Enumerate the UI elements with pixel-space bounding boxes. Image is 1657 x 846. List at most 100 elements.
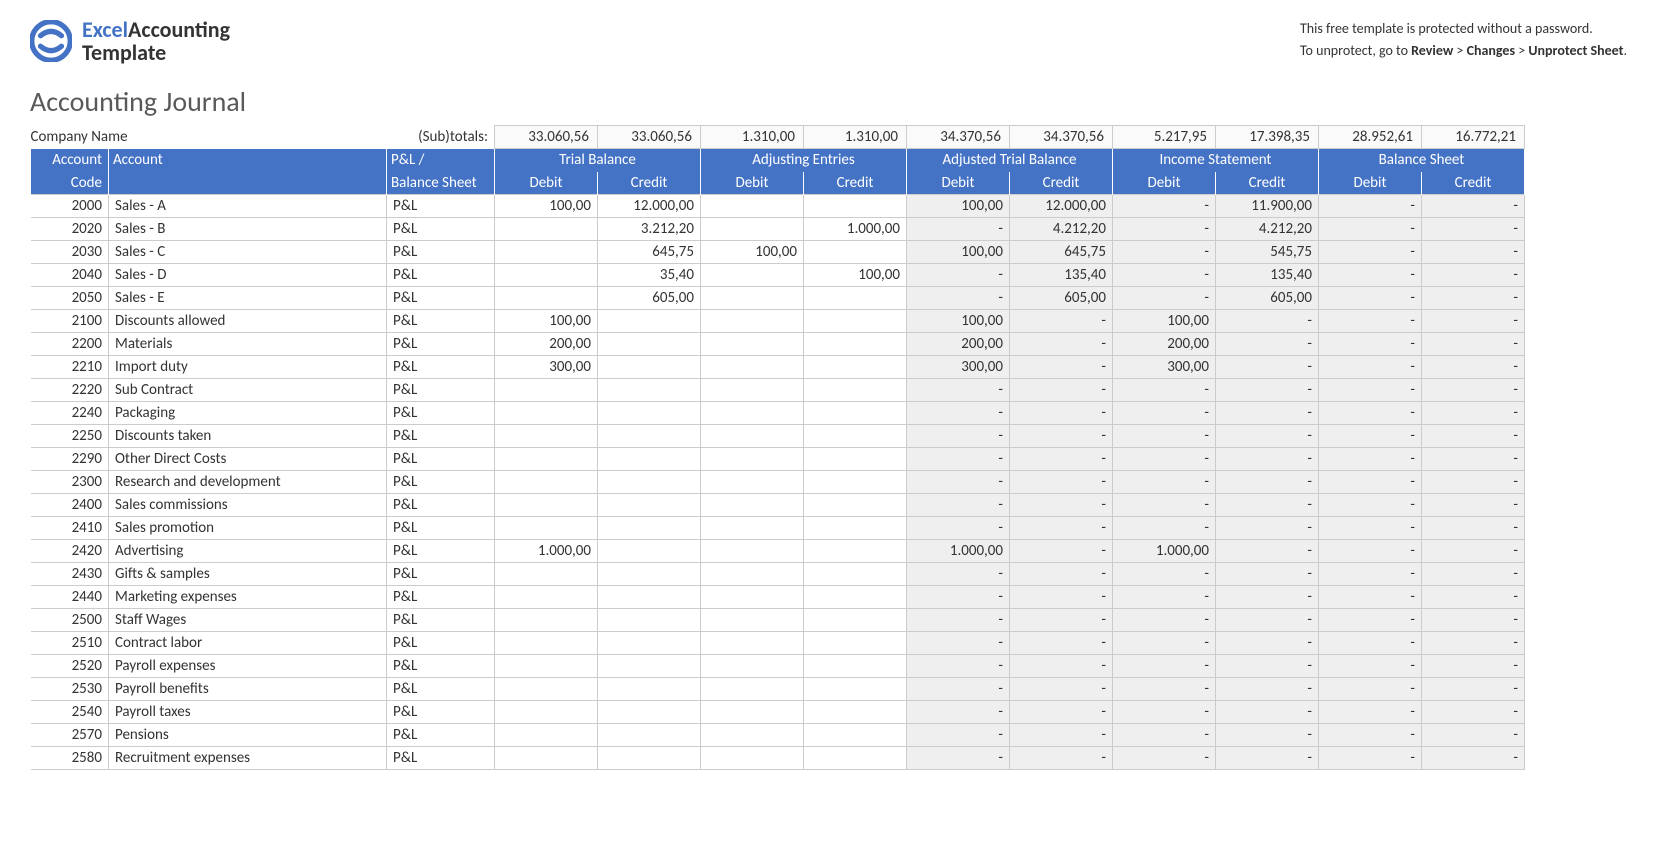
cell-type[interactable]: P&L [387,448,495,471]
cell-code[interactable]: 2410 [31,517,109,540]
cell-type[interactable]: P&L [387,747,495,770]
cell-type[interactable]: P&L [387,609,495,632]
cell-ae_c[interactable] [804,195,907,218]
cell-tb_d[interactable] [495,402,598,425]
cell-code[interactable]: 2200 [31,333,109,356]
cell-tb_d[interactable] [495,379,598,402]
cell-tb_c[interactable] [598,540,701,563]
cell-tb_c[interactable]: 645,75 [598,241,701,264]
cell-ae_c[interactable] [804,333,907,356]
cell-ae_d[interactable] [701,356,804,379]
cell-code[interactable]: 2430 [31,563,109,586]
cell-code[interactable]: 2220 [31,379,109,402]
cell-ae_d[interactable] [701,448,804,471]
cell-tb_c[interactable] [598,402,701,425]
cell-ae_c[interactable] [804,517,907,540]
cell-tb_c[interactable] [598,471,701,494]
cell-type[interactable]: P&L [387,287,495,310]
cell-type[interactable]: P&L [387,655,495,678]
cell-ae_c[interactable] [804,563,907,586]
cell-ae_c[interactable] [804,701,907,724]
cell-name[interactable]: Sales - A [109,195,387,218]
cell-name[interactable]: Sales promotion [109,517,387,540]
cell-ae_c[interactable] [804,724,907,747]
cell-tb_c[interactable] [598,655,701,678]
cell-type[interactable]: P&L [387,724,495,747]
cell-ae_d[interactable] [701,379,804,402]
cell-tb_c[interactable] [598,517,701,540]
cell-ae_d[interactable] [701,333,804,356]
cell-code[interactable]: 2210 [31,356,109,379]
cell-type[interactable]: P&L [387,563,495,586]
cell-ae_c[interactable] [804,540,907,563]
cell-tb_c[interactable] [598,678,701,701]
cell-code[interactable]: 2250 [31,425,109,448]
cell-tb_d[interactable] [495,563,598,586]
cell-name[interactable]: Payroll benefits [109,678,387,701]
cell-ae_c[interactable] [804,287,907,310]
cell-ae_c[interactable] [804,494,907,517]
cell-ae_d[interactable] [701,540,804,563]
cell-type[interactable]: P&L [387,678,495,701]
cell-code[interactable]: 2420 [31,540,109,563]
cell-name[interactable]: Sales - C [109,241,387,264]
cell-tb_d[interactable] [495,517,598,540]
cell-tb_c[interactable] [598,425,701,448]
cell-tb_d[interactable] [495,471,598,494]
cell-ae_c[interactable]: 1.000,00 [804,218,907,241]
cell-ae_d[interactable] [701,609,804,632]
cell-code[interactable]: 2050 [31,287,109,310]
cell-type[interactable]: P&L [387,425,495,448]
cell-code[interactable]: 2040 [31,264,109,287]
cell-ae_c[interactable] [804,747,907,770]
cell-name[interactable]: Sales commissions [109,494,387,517]
cell-type[interactable]: P&L [387,471,495,494]
cell-name[interactable]: Import duty [109,356,387,379]
cell-ae_c[interactable] [804,379,907,402]
cell-code[interactable]: 2570 [31,724,109,747]
cell-tb_d[interactable] [495,701,598,724]
cell-name[interactable]: Recruitment expenses [109,747,387,770]
cell-type[interactable]: P&L [387,218,495,241]
cell-type[interactable]: P&L [387,632,495,655]
cell-tb_d[interactable] [495,747,598,770]
cell-tb_d[interactable] [495,241,598,264]
cell-ae_c[interactable] [804,402,907,425]
cell-tb_d[interactable] [495,287,598,310]
cell-name[interactable]: Packaging [109,402,387,425]
cell-ae_c[interactable] [804,655,907,678]
cell-tb_d[interactable] [495,218,598,241]
cell-type[interactable]: P&L [387,494,495,517]
cell-tb_d[interactable] [495,448,598,471]
cell-code[interactable]: 2520 [31,655,109,678]
cell-tb_d[interactable] [495,632,598,655]
cell-code[interactable]: 2100 [31,310,109,333]
cell-tb_c[interactable] [598,310,701,333]
cell-tb_d[interactable]: 300,00 [495,356,598,379]
cell-name[interactable]: Discounts taken [109,425,387,448]
cell-tb_c[interactable] [598,563,701,586]
cell-ae_d[interactable] [701,310,804,333]
cell-code[interactable]: 2540 [31,701,109,724]
cell-tb_c[interactable] [598,747,701,770]
cell-name[interactable]: Sub Contract [109,379,387,402]
cell-type[interactable]: P&L [387,379,495,402]
cell-ae_c[interactable] [804,471,907,494]
cell-tb_c[interactable]: 35,40 [598,264,701,287]
cell-type[interactable]: P&L [387,402,495,425]
cell-type[interactable]: P&L [387,517,495,540]
cell-name[interactable]: Gifts & samples [109,563,387,586]
cell-code[interactable]: 2000 [31,195,109,218]
cell-name[interactable]: Sales - D [109,264,387,287]
cell-name[interactable]: Payroll taxes [109,701,387,724]
cell-ae_d[interactable] [701,218,804,241]
cell-code[interactable]: 2300 [31,471,109,494]
cell-ae_d[interactable] [701,678,804,701]
cell-type[interactable]: P&L [387,241,495,264]
cell-name[interactable]: Sales - B [109,218,387,241]
cell-tb_d[interactable] [495,586,598,609]
cell-name[interactable]: Payroll expenses [109,655,387,678]
cell-name[interactable]: Materials [109,333,387,356]
cell-code[interactable]: 2290 [31,448,109,471]
cell-type[interactable]: P&L [387,195,495,218]
